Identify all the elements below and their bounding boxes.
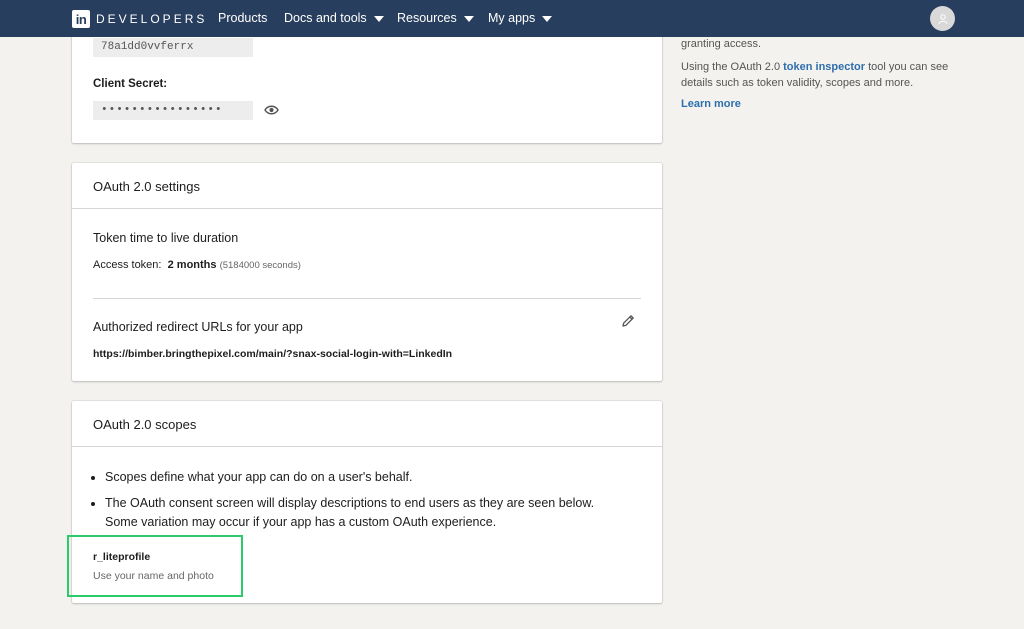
token-inspector-link[interactable]: token inspector [783,61,865,73]
pencil-icon[interactable] [620,313,636,329]
access-token-label: Access token: [93,259,162,271]
eye-icon[interactable] [264,104,279,116]
credentials-card: 78a1dd0vvferrx Client Secret: ••••••••••… [72,20,662,143]
top-navbar: in DEVELOPERS Products Docs and tools Re… [0,0,1024,37]
redirect-urls-title: Authorized redirect URLs for your app [93,320,303,334]
chevron-down-icon [463,15,474,22]
nav-item-my-apps[interactable]: My apps [488,11,553,25]
learn-more-link[interactable]: Learn more [681,98,741,110]
sidebar-inspector-text: Using the OAuth 2.0 token inspector tool… [681,59,971,91]
avatar[interactable] [930,6,955,31]
divider [93,298,641,299]
oauth-settings-card: OAuth 2.0 settings Token time to live du… [72,163,662,381]
sidebar-text-granting: granting access. [681,38,762,50]
redirect-url: https://bimber.bringthepixel.com/main/?s… [93,348,453,360]
logo-text: in [75,11,87,27]
nav-item-products[interactable]: Products [218,11,267,25]
access-token-seconds: (5184000 seconds) [219,260,301,271]
list-item: The OAuth consent screen will display de… [105,494,625,532]
nav-item-docs-and-tools[interactable]: Docs and tools [284,11,384,25]
chevron-down-icon [542,15,553,22]
nav-item-label: Resources [397,11,457,25]
sidebar-inspector-prefix: Using the OAuth 2.0 [681,61,784,73]
brand-label[interactable]: DEVELOPERS [96,12,207,26]
card-title: OAuth 2.0 scopes [72,401,662,447]
linkedin-logo[interactable]: in [72,10,90,28]
client-secret-field[interactable]: •••••••••••••••• [93,101,253,120]
user-icon [938,13,947,24]
access-token-row: Access token: 2 months (5184000 seconds) [93,259,301,271]
client-secret-label: Client Secret: [93,78,168,90]
scopes-info-list: Scopes define what your app can do on a … [105,468,625,539]
token-ttl-title: Token time to live duration [93,231,239,245]
chevron-down-icon [373,15,384,22]
nav-item-label: My apps [488,11,536,25]
scope-highlight-box [67,535,243,597]
nav-item-label: Products [218,11,268,25]
client-id-field[interactable]: 78a1dd0vvferrx [93,38,253,57]
list-item: Scopes define what your app can do on a … [105,468,625,487]
card-title: OAuth 2.0 settings [72,163,662,209]
nav-item-resources[interactable]: Resources [397,11,474,25]
nav-item-label: Docs and tools [284,11,367,25]
access-token-value: 2 months [167,259,217,271]
